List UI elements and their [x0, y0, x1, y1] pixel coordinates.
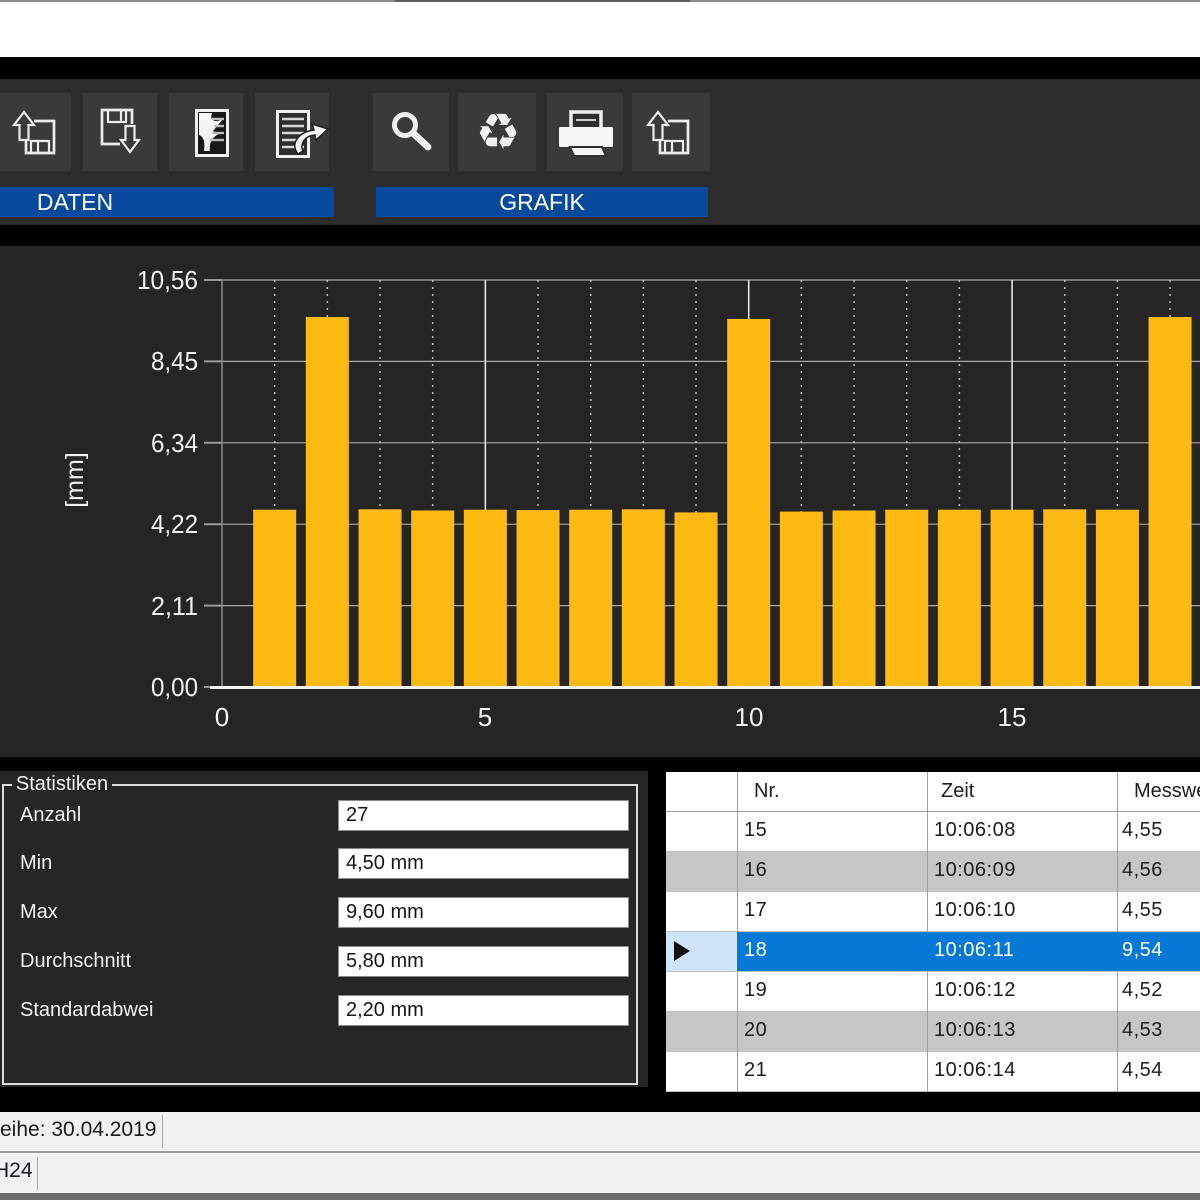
svg-text:0,00: 0,00 — [151, 672, 198, 702]
svg-text:4,22: 4,22 — [151, 509, 198, 539]
svg-text:0: 0 — [215, 702, 229, 732]
svg-text:6,34: 6,34 — [151, 428, 198, 458]
svg-text:15: 15 — [998, 702, 1027, 732]
svg-text:10: 10 — [735, 702, 764, 732]
svg-text:[mm]: [mm] — [61, 452, 89, 508]
svg-text:2,11: 2,11 — [151, 591, 198, 621]
svg-text:10,56: 10,56 — [137, 265, 198, 295]
svg-text:8,45: 8,45 — [151, 346, 198, 376]
svg-text:5: 5 — [478, 702, 492, 732]
